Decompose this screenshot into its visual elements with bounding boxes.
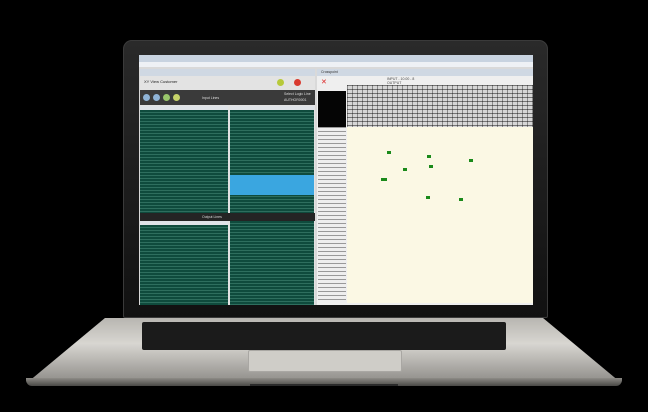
red-button[interactable] [294,79,301,86]
toolbar: Input Lines Select Logic Line AUTHOR0001 [140,90,315,105]
select-logic-label: Select Logic Line [284,92,311,96]
logic-line-value: AUTHOR0001 [284,98,307,102]
output-lines-label: Output Lines [202,215,222,219]
toolbar-icon[interactable] [173,94,180,101]
crosspoint-marker[interactable] [459,198,463,201]
selected-rows[interactable] [230,175,314,195]
input-row-headers [318,127,346,303]
laptop-screen: XY View Customer Input Lines Select Logi… [139,55,533,305]
output-lines-table [140,225,228,305]
input-lines-table [140,110,228,213]
menu-bar [139,62,533,67]
pane-header [317,69,533,76]
close-icon[interactable]: ✕ [321,78,327,86]
crosspoint-matrix[interactable] [347,127,533,303]
pane-header [140,69,315,76]
output-toolbar: Output Lines [140,213,315,221]
front-slot [250,384,398,386]
toolbar-icon[interactable] [163,94,170,101]
logic-lines-table [230,110,314,305]
pane-title: XY View Customer [144,79,178,84]
output-column-headers [347,85,533,127]
keyboard [142,322,506,350]
crosspoint-marker[interactable] [426,196,430,199]
crosspoint-marker[interactable] [427,155,431,158]
crosspoint-marker[interactable] [403,168,407,171]
crosspoint-marker[interactable] [381,178,387,181]
crosspoint-marker[interactable] [429,165,433,168]
laptop-photo: XY View Customer Input Lines Select Logi… [0,0,648,412]
window-titlebar [139,55,533,62]
xy-view-pane: XY View Customer Input Lines Select Logi… [140,69,315,305]
crosspoint-marker[interactable] [469,159,473,162]
toolbar-icon[interactable] [143,94,150,101]
crosspoint-marker[interactable] [387,151,391,154]
corner-block [318,91,346,127]
trackpad [248,350,402,372]
input-lines-label: Input Lines [202,96,220,100]
crosspoint-pane: Crosspoint ✕ INPUT - 10.00 - 8 OUTPUT [317,69,533,305]
green-button[interactable] [277,79,284,86]
crosspoint-title: Crosspoint [321,70,338,74]
toolbar-icon[interactable] [153,94,160,101]
